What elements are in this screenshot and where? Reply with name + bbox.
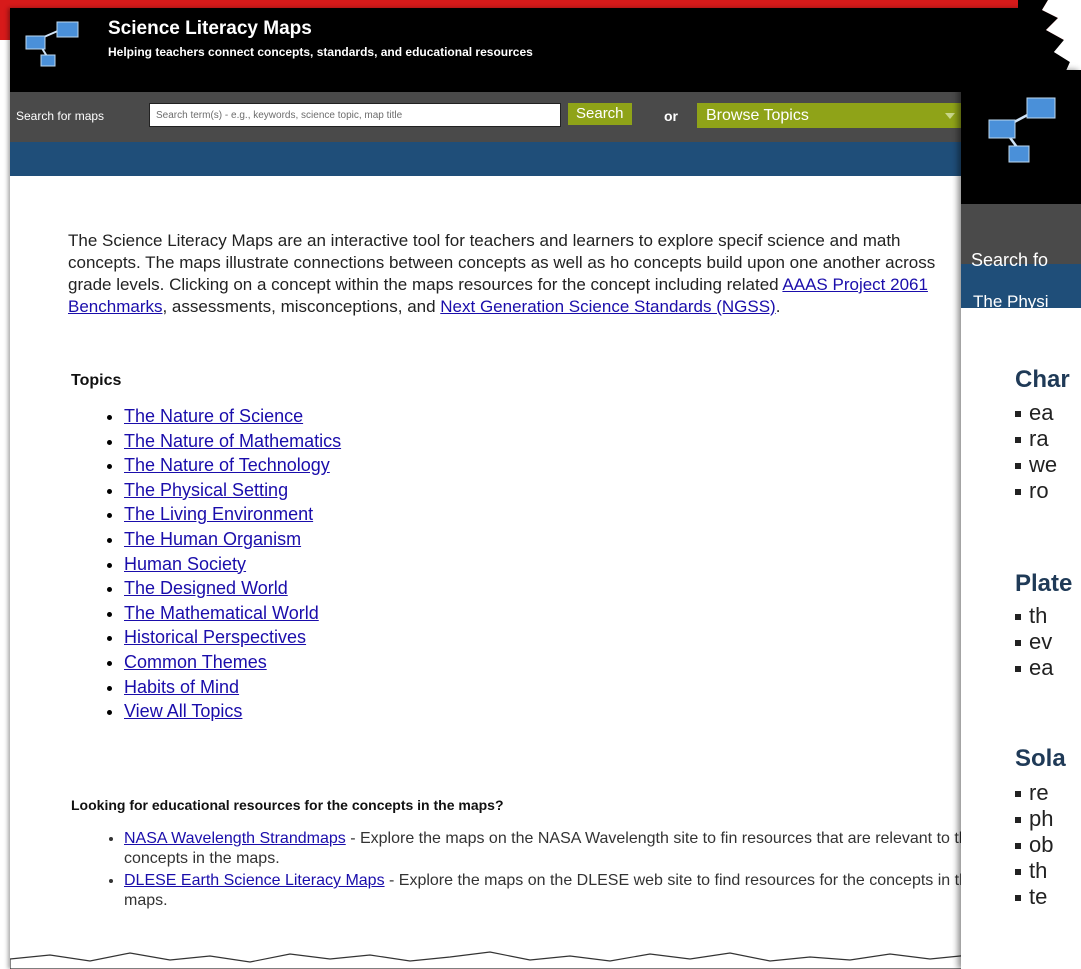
resource-item: NASA Wavelength Strandmaps - Explore the… bbox=[124, 829, 1004, 869]
topic-item: The Nature of Technology bbox=[124, 453, 341, 478]
main-page-window: Science Literacy Maps Helping teachers c… bbox=[10, 8, 1041, 969]
intro-text-2: , assessments, misconceptions, and bbox=[162, 297, 441, 316]
concept-map-logo-icon[interactable] bbox=[24, 20, 80, 70]
overlay-header bbox=[961, 70, 1081, 204]
intro-text-3: . bbox=[775, 297, 781, 316]
topic-item: Common Themes bbox=[124, 650, 341, 675]
overlay-breadcrumb[interactable]: The Physi bbox=[973, 292, 1049, 312]
topics-heading: Topics bbox=[71, 372, 122, 389]
topic-link-historical-perspectives[interactable]: Historical Perspectives bbox=[124, 627, 306, 647]
overlay-list-item[interactable]: ph bbox=[1014, 806, 1053, 832]
overlay-list-item[interactable]: ro bbox=[1014, 478, 1057, 504]
resources-heading: Looking for educational resources for th… bbox=[71, 797, 504, 813]
overlay-list-item[interactable]: we bbox=[1014, 452, 1057, 478]
search-button[interactable]: Search bbox=[568, 103, 632, 125]
topic-link-human-society[interactable]: Human Society bbox=[124, 554, 246, 574]
topic-link-nature-of-mathematics[interactable]: The Nature of Mathematics bbox=[124, 431, 341, 451]
overlay-list-item[interactable]: ea bbox=[1014, 400, 1057, 426]
site-title[interactable]: Science Literacy Maps bbox=[108, 18, 312, 40]
torn-edge-top-right bbox=[1018, 0, 1081, 80]
topic-item: The Physical Setting bbox=[124, 478, 341, 503]
overlay-section-heading-1: Char bbox=[1015, 366, 1070, 393]
nasa-wavelength-link[interactable]: NASA Wavelength Strandmaps bbox=[124, 830, 346, 847]
browse-topics-label: Browse Topics bbox=[706, 107, 809, 124]
dlese-link[interactable]: DLESE Earth Science Literacy Maps bbox=[124, 872, 385, 889]
topic-link-human-organism[interactable]: The Human Organism bbox=[124, 529, 301, 549]
overlay-list-item[interactable]: ev bbox=[1014, 629, 1053, 655]
topic-link-view-all[interactable]: View All Topics bbox=[124, 701, 242, 721]
topic-link-physical-setting[interactable]: The Physical Setting bbox=[124, 480, 288, 500]
browse-topics-dropdown[interactable]: Browse Topics bbox=[697, 103, 967, 128]
overlay-list-item[interactable]: th bbox=[1014, 603, 1053, 629]
overlay-section-heading-3: Sola bbox=[1015, 745, 1066, 772]
topic-link-designed-world[interactable]: The Designed World bbox=[124, 578, 288, 598]
overlay-list-item[interactable]: te bbox=[1014, 884, 1053, 910]
topic-item: The Human Organism bbox=[124, 527, 341, 552]
overlay-list-1: ea ra we ro bbox=[1014, 400, 1057, 504]
topic-item: Human Society bbox=[124, 552, 341, 577]
topic-item: The Nature of Mathematics bbox=[124, 429, 341, 454]
overlay-section-heading-2: Plate bbox=[1015, 570, 1073, 597]
search-label: Search for maps bbox=[16, 109, 105, 123]
overlay-search-label: Search fo bbox=[971, 250, 1049, 270]
dropdown-caret-icon bbox=[945, 113, 955, 119]
topic-link-nature-of-technology[interactable]: The Nature of Technology bbox=[124, 455, 330, 475]
torn-edge-bottom bbox=[10, 951, 1041, 969]
overlay-page-window: Char ea ra we ro Plate th ev ea Sola re … bbox=[961, 70, 1081, 969]
topic-link-nature-of-science[interactable]: The Nature of Science bbox=[124, 406, 303, 426]
or-label: or bbox=[664, 108, 678, 124]
overlay-list-3: re ph ob th te bbox=[1014, 780, 1053, 910]
search-input[interactable] bbox=[149, 103, 561, 127]
topic-item: The Living Environment bbox=[124, 502, 341, 527]
intro-paragraph: The Science Literacy Maps are an interac… bbox=[68, 230, 948, 318]
topic-item: The Mathematical World bbox=[124, 601, 341, 626]
topic-link-living-environment[interactable]: The Living Environment bbox=[124, 504, 313, 524]
concept-map-logo-icon[interactable] bbox=[987, 96, 1057, 170]
topics-list: The Nature of Science The Nature of Math… bbox=[102, 404, 341, 724]
topic-link-mathematical-world[interactable]: The Mathematical World bbox=[124, 603, 319, 623]
overlay-list-item[interactable]: ob bbox=[1014, 832, 1053, 858]
topic-item: View All Topics bbox=[124, 699, 341, 724]
site-header: Science Literacy Maps Helping teachers c… bbox=[10, 8, 1041, 92]
topic-item: Habits of Mind bbox=[124, 675, 341, 700]
overlay-list-2: th ev ea bbox=[1014, 603, 1053, 681]
nav-strip bbox=[10, 142, 1041, 176]
site-tagline: Helping teachers connect concepts, stand… bbox=[108, 45, 533, 59]
topic-link-habits-of-mind[interactable]: Habits of Mind bbox=[124, 677, 239, 697]
overlay-list-item[interactable]: ea bbox=[1014, 655, 1053, 681]
search-bar: Search for maps Search or Browse Topics bbox=[10, 92, 1041, 142]
resources-list: NASA Wavelength Strandmaps - Explore the… bbox=[102, 829, 1004, 913]
overlay-list-item[interactable]: th bbox=[1014, 858, 1053, 884]
resource-item: DLESE Earth Science Literacy Maps - Expl… bbox=[124, 871, 1004, 911]
ngss-link[interactable]: Next Generation Science Standards (NGSS) bbox=[440, 297, 775, 316]
topic-item: The Nature of Science bbox=[124, 404, 341, 429]
topic-item: The Designed World bbox=[124, 576, 341, 601]
overlay-list-item[interactable]: ra bbox=[1014, 426, 1057, 452]
topic-link-common-themes[interactable]: Common Themes bbox=[124, 652, 267, 672]
topic-item: Historical Perspectives bbox=[124, 625, 341, 650]
overlay-list-item[interactable]: re bbox=[1014, 780, 1053, 806]
